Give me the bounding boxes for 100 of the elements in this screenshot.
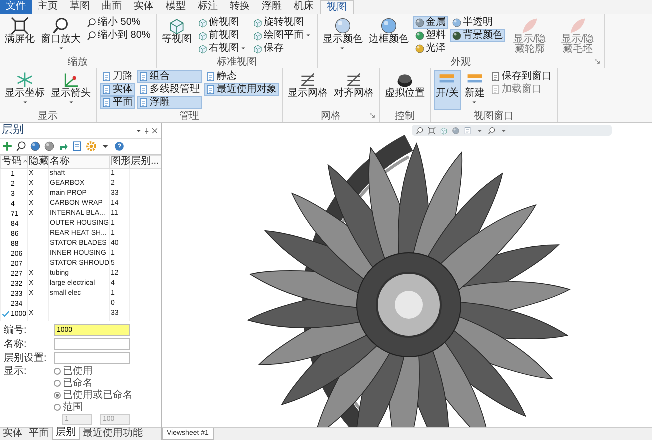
field-label: 名称: — [4, 338, 28, 350]
ribbon-button[interactable]: 俯视图 — [196, 16, 249, 29]
ribbon-button[interactable]: 塑料 — [412, 29, 448, 42]
axes-icon — [62, 71, 80, 89]
ribbon-button[interactable]: 虚拟位置 — [383, 70, 427, 110]
ribbon-tab[interactable]: 实体 — [128, 0, 160, 14]
ribbon-button[interactable]: 金属 — [412, 16, 448, 29]
ribbon-button[interactable]: 绘图平面 — [250, 29, 314, 42]
ribbon-button[interactable]: 新建 — [462, 70, 487, 110]
ribbon-tab[interactable]: 主页 — [32, 0, 64, 14]
sphere-icon — [414, 30, 425, 40]
column-header[interactable]: 隐藏 — [29, 156, 49, 167]
file-menu-tab[interactable]: 文件 — [0, 0, 32, 14]
panel-tab[interactable]: 层别 — [52, 427, 80, 440]
grid-icon — [299, 71, 317, 89]
panel-title: 层别 — [2, 123, 25, 138]
magnifier-icon — [52, 17, 70, 35]
ribbon-button[interactable]: 满屏化 — [3, 16, 37, 56]
radio-option[interactable]: 已使用 — [54, 366, 133, 377]
ribbon-tab[interactable]: 转换 — [224, 0, 256, 14]
ribbon-button[interactable]: 保存 — [250, 42, 314, 55]
ribbon-button[interactable]: 组合 — [137, 70, 202, 83]
ribbon-button[interactable]: 开/关 — [434, 70, 461, 110]
ribbon-button[interactable]: 显示网格 — [286, 70, 330, 110]
group-label: 网格 — [321, 110, 341, 122]
group-label: 标准视图 — [216, 56, 257, 68]
input-field[interactable] — [54, 338, 130, 350]
ribbon-button[interactable]: 对齐网格 — [332, 70, 376, 110]
ribbon-button[interactable]: 背景颜色 — [450, 29, 505, 42]
launcher-icon — [594, 58, 601, 65]
pin-icon — [143, 126, 151, 134]
ribbon-button[interactable]: 刀路 — [100, 70, 135, 83]
document-icon — [102, 72, 112, 82]
ribbon-tab[interactable]: 标注 — [192, 0, 224, 14]
grid-icon — [345, 71, 363, 89]
ribbon-button[interactable]: 显示坐标 — [3, 70, 47, 110]
cube-icon — [440, 126, 448, 134]
close-icon — [151, 126, 159, 134]
magnifier-icon — [416, 126, 424, 134]
ribbon-button[interactable]: 最近使用对象 — [204, 83, 279, 96]
ribbon-tab[interactable]: 曲面 — [96, 0, 128, 14]
radio-button[interactable] — [54, 368, 61, 375]
ribbon-button[interactable]: 右视图 — [196, 42, 249, 55]
fit-view-icon — [11, 17, 29, 35]
gear-icon — [86, 141, 97, 152]
ribbon-button[interactable]: 旋转视图 — [250, 16, 314, 29]
ribbon-tab[interactable]: 机床 — [288, 0, 320, 14]
radio-button[interactable] — [54, 404, 61, 411]
cube-icon — [252, 30, 263, 40]
ribbon-button[interactable]: 缩小 50% — [85, 16, 153, 29]
sphere-icon — [452, 30, 462, 40]
sphere-icon — [414, 18, 425, 28]
ribbon-tab[interactable]: 视图 — [320, 0, 354, 14]
ribbon-button[interactable]: 实体 — [100, 83, 135, 96]
document-icon — [139, 98, 149, 108]
ribbon-button[interactable]: 缩小到 80% — [85, 29, 153, 42]
radio-button[interactable] — [54, 380, 61, 387]
launcher-button[interactable] — [369, 112, 376, 119]
column-header[interactable]: 层别... — [131, 156, 160, 167]
radio-option[interactable]: 已命名 — [54, 378, 133, 389]
ribbon-tab[interactable]: 浮雕 — [256, 0, 288, 14]
ribbon-button[interactable]: 光泽 — [412, 42, 448, 55]
ribbon-button[interactable]: 等视图 — [160, 16, 194, 56]
panel-tab[interactable]: 实体 — [0, 427, 26, 440]
panel-tab[interactable]: 最近使用功能 — [80, 427, 146, 440]
ribbon-button[interactable]: 前视图 — [196, 29, 249, 42]
ribbon-button[interactable]: 静态 — [204, 70, 279, 83]
ribbon-button[interactable]: 保存到窗口 — [488, 70, 554, 83]
ribbon-button[interactable]: 半透明 — [450, 16, 505, 29]
ribbon-button[interactable]: 浮雕 — [137, 96, 202, 109]
group-label: 外观 — [450, 56, 471, 68]
ribbon-button[interactable]: 边框颜色 — [366, 16, 411, 56]
launcher-button[interactable] — [594, 58, 601, 65]
ribbon-button[interactable]: 平面 — [100, 96, 135, 109]
input-field[interactable] — [54, 352, 130, 364]
magnifier-icon — [87, 18, 97, 28]
magnifier-icon — [16, 141, 27, 152]
document-icon — [490, 84, 501, 94]
field-label: 层别设置: — [4, 352, 48, 364]
radio-option[interactable]: 已使用或已命名 — [54, 390, 133, 401]
radio-option[interactable]: 范围 — [54, 402, 133, 413]
panel-tab[interactable]: 平面 — [26, 427, 52, 440]
ribbon-button[interactable]: 显示箭头 — [49, 70, 93, 110]
column-header[interactable]: 号码 — [2, 156, 29, 167]
ribbon-tab[interactable]: 模型 — [160, 0, 192, 14]
ribbon-button[interactable]: 显示颜色 — [320, 16, 365, 56]
column-header[interactable]: 图形 — [111, 156, 131, 167]
sphere-icon — [414, 44, 425, 54]
document-icon — [139, 84, 149, 94]
radio-button[interactable] — [54, 392, 61, 399]
document-icon — [102, 84, 112, 94]
toolbar-button[interactable] — [16, 141, 27, 152]
sphere-icon — [334, 17, 352, 35]
cube-icon — [198, 44, 208, 54]
ribbon-tab[interactable]: 草图 — [64, 0, 96, 14]
cube-icon — [198, 18, 208, 28]
ribbon-button[interactable]: 多线段管理 — [137, 83, 202, 96]
ribbon-button[interactable]: 窗口放大 — [39, 16, 83, 56]
document-icon — [102, 98, 112, 108]
launcher-icon — [369, 112, 376, 119]
